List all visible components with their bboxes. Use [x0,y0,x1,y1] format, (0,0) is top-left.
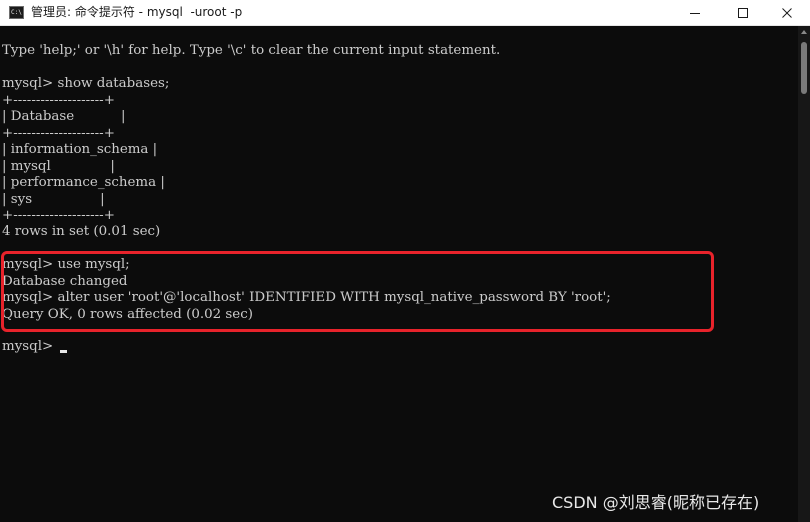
console-line: | performance_schema | [2,175,165,190]
scrollbar-thumb[interactable] [801,42,807,94]
minimize-button[interactable] [672,0,718,26]
console-line: +--------------------+ [2,93,115,108]
text-cursor [60,350,67,353]
console-line: | information_schema | [2,142,158,157]
console-line: 4 rows in set (0.01 sec) [2,224,161,239]
highlight-annotation-box [1,251,714,332]
terminal-icon: C:\ [9,6,24,19]
scroll-up-arrow-icon[interactable] [801,30,807,34]
maximize-icon [738,8,748,18]
console-line: | mysql | [2,159,115,174]
console-line: mysql> show databases; [2,76,170,91]
console-line: Type 'help;' or '\h' for help. Type '\c'… [2,43,501,58]
minimize-icon [690,13,700,14]
console-line: +--------------------+ [2,208,115,223]
maximize-button[interactable] [720,0,766,26]
console-line: +--------------------+ [2,126,115,141]
close-icon [782,8,792,18]
console-line: | sys | [2,192,105,207]
window-title: 管理员: 命令提示符 - mysql -uroot -p [31,5,243,19]
watermark-text: CSDN @刘思睿(昵称已存在) [552,493,760,512]
vertical-scrollbar[interactable] [798,26,810,522]
console-line: | Database | [2,109,126,124]
close-button[interactable] [764,0,810,26]
console-prompt[interactable]: mysql> [2,339,57,356]
title-bar[interactable]: C:\ 管理员: 命令提示符 - mysql -uroot -p [0,0,810,26]
